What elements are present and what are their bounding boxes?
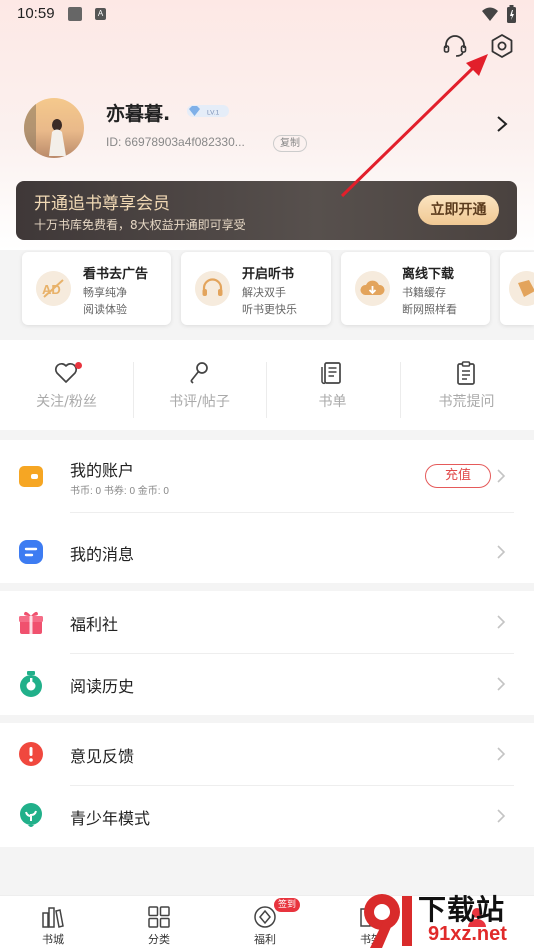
feature-card-audiobook[interactable]: 开启听书 解决双手 听书更快乐 bbox=[181, 252, 331, 325]
feature-card-partial[interactable] bbox=[500, 252, 534, 325]
menu-welfare[interactable]: 福利社 bbox=[0, 591, 534, 653]
microphone-icon bbox=[190, 362, 208, 384]
chevron-right-icon[interactable] bbox=[495, 115, 509, 133]
chevron-right-icon bbox=[497, 809, 506, 823]
chevron-right-icon bbox=[497, 747, 506, 761]
social-reviews[interactable]: 书评/帖子 bbox=[133, 360, 266, 420]
sprout-icon bbox=[20, 803, 42, 827]
nav-label: 分类 bbox=[148, 933, 170, 946]
feature-line2: 断网照样看 bbox=[402, 303, 457, 316]
history-clock-icon bbox=[20, 671, 42, 697]
clipboard-icon bbox=[457, 361, 475, 385]
annotation-arrow bbox=[340, 54, 488, 198]
grid-icon bbox=[148, 906, 170, 928]
social-ask[interactable]: 书荒提问 bbox=[400, 360, 533, 420]
menu-messages[interactable]: 我的消息 bbox=[0, 521, 534, 583]
watermark-title: 下载站 bbox=[418, 893, 506, 926]
account-balances: 书币: 0 书券: 0 金币: 0 bbox=[70, 486, 169, 497]
username: 亦暮暮. bbox=[106, 103, 171, 125]
wallet-icon bbox=[19, 466, 43, 487]
feature-line1: 解决双手 bbox=[242, 286, 286, 299]
recharge-button[interactable]: 充值 bbox=[425, 464, 491, 488]
wifi-battery-icon bbox=[482, 5, 516, 23]
cloud-download-icon bbox=[355, 271, 390, 306]
notification-square-icon bbox=[68, 7, 82, 21]
feature-line1: 书籍缓存 bbox=[402, 286, 446, 299]
feature-title: 开启听书 bbox=[242, 267, 295, 282]
nav-bookstore[interactable]: 书城 bbox=[0, 896, 106, 950]
sign-in-badge: 签到 bbox=[274, 898, 300, 912]
menu-label: 意见反馈 bbox=[70, 747, 135, 766]
vip-title: 开通追书尊享会员 bbox=[34, 194, 170, 214]
chevron-right-icon bbox=[497, 545, 506, 559]
level-text: LV.1 bbox=[207, 110, 220, 117]
social-booklist[interactable]: 书单 bbox=[266, 360, 399, 420]
nav-label: 福利 bbox=[254, 933, 276, 946]
feature-title: 离线下载 bbox=[402, 267, 455, 282]
watermark-logo-icon bbox=[364, 894, 412, 948]
user-id: ID: 66978903a4f082330... bbox=[106, 135, 245, 149]
level-badge: LV.1 bbox=[187, 105, 229, 117]
chevron-right-icon bbox=[497, 615, 506, 629]
status-bar: 10:59 A bbox=[0, 0, 534, 30]
feature-card-offline[interactable]: 离线下载 书籍缓存 断网照样看 bbox=[341, 252, 490, 325]
feature-title: 看书去广告 bbox=[83, 267, 149, 282]
social-label: 书荒提问 bbox=[438, 394, 495, 410]
notification-dot bbox=[75, 362, 82, 369]
menu-label: 阅读历史 bbox=[70, 677, 135, 696]
chevron-right-icon bbox=[497, 469, 506, 483]
social-label: 书单 bbox=[318, 394, 347, 410]
chevron-right-icon bbox=[497, 677, 506, 691]
vip-subtitle: 十万书库免费看，8大权益开通即可享受 bbox=[34, 218, 246, 232]
nav-category[interactable]: 分类 bbox=[106, 896, 212, 950]
menu-feedback[interactable]: 意见反馈 bbox=[0, 723, 534, 785]
watermark: 下载站 91xz.net bbox=[356, 888, 534, 950]
nav-label: 书城 bbox=[42, 933, 64, 946]
social-follow[interactable]: 关注/粉丝 bbox=[0, 360, 133, 420]
menu-teen-mode[interactable]: 青少年模式 bbox=[0, 785, 534, 847]
nav-welfare[interactable]: 签到 福利 bbox=[212, 896, 318, 950]
watermark-url: 91xz.net bbox=[428, 923, 507, 945]
social-label: 书评/帖子 bbox=[169, 394, 230, 410]
book-list-icon bbox=[321, 362, 341, 385]
feature-line2: 听书更快乐 bbox=[242, 303, 297, 316]
menu-label: 我的消息 bbox=[70, 545, 135, 564]
menu-history[interactable]: 阅读历史 bbox=[0, 653, 534, 715]
no-ad-icon: AD bbox=[36, 271, 71, 306]
divider bbox=[70, 512, 514, 513]
social-label: 关注/粉丝 bbox=[36, 394, 97, 410]
coupon-icon bbox=[509, 271, 534, 306]
message-icon bbox=[19, 540, 43, 564]
welfare-icon bbox=[254, 906, 276, 928]
menu-label: 福利社 bbox=[70, 615, 119, 634]
avatar[interactable] bbox=[24, 98, 84, 158]
notification-a-icon: A bbox=[95, 8, 106, 20]
audiobook-icon bbox=[195, 271, 230, 306]
feature-line1: 畅享纯净 bbox=[83, 286, 127, 299]
menu-label: 青少年模式 bbox=[70, 809, 151, 828]
copy-id-button[interactable]: 复制 bbox=[273, 135, 307, 152]
status-time: 10:59 bbox=[17, 5, 55, 22]
feature-card-no-ads[interactable]: AD 看书去广告 畅享纯净 阅读体验 bbox=[22, 252, 171, 325]
menu-label: 我的账户 bbox=[70, 461, 135, 480]
alert-icon bbox=[19, 742, 43, 766]
feature-line2: 阅读体验 bbox=[83, 303, 127, 316]
gift-icon bbox=[19, 611, 43, 634]
bookstore-icon bbox=[42, 907, 64, 928]
